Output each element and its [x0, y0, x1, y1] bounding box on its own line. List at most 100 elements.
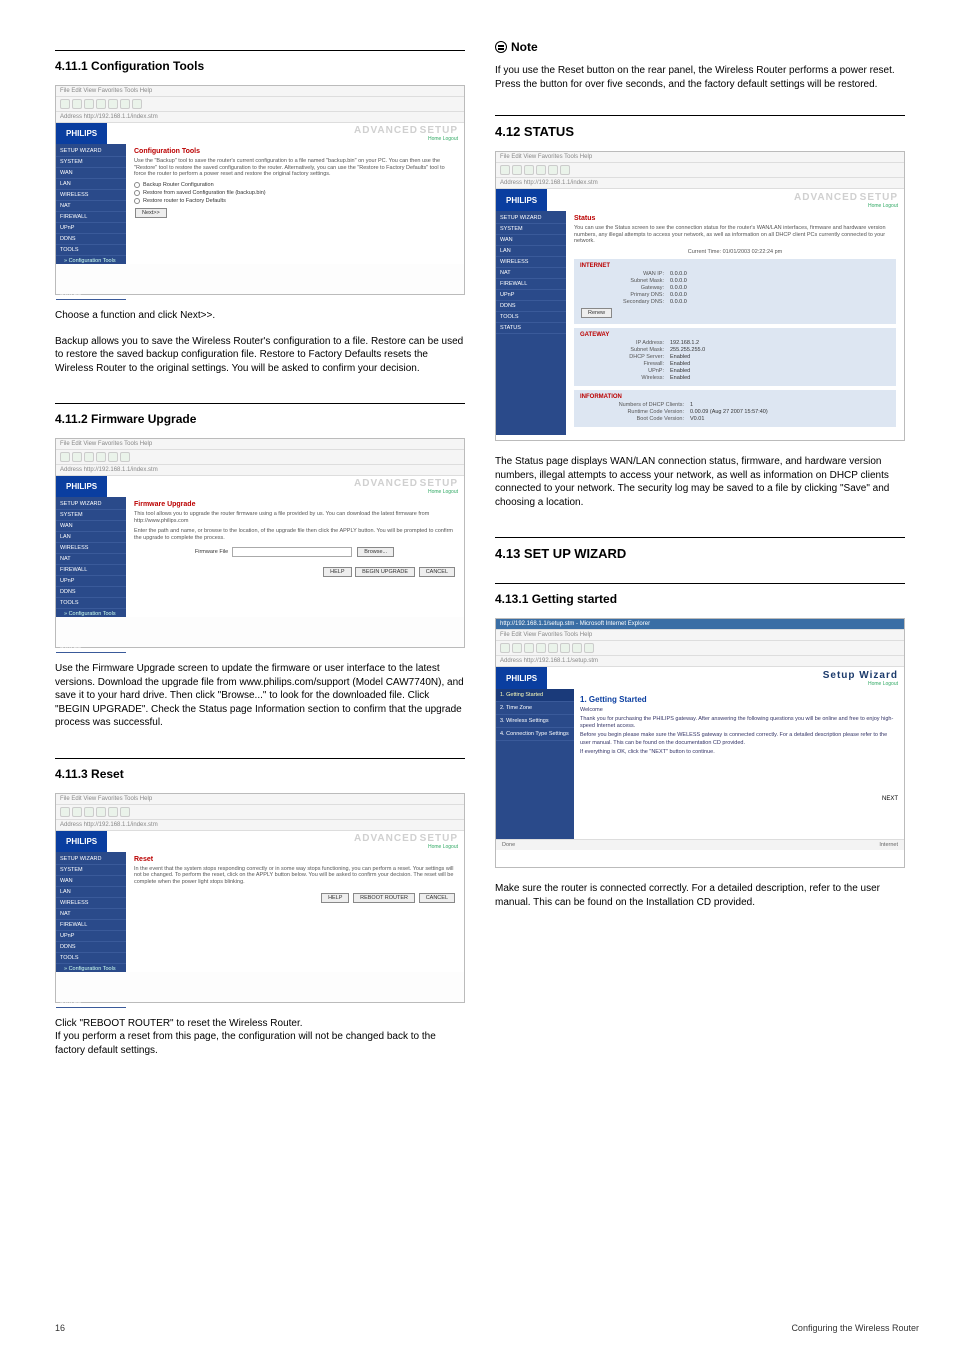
- search-icon[interactable]: [560, 643, 570, 653]
- heading-4-11-2: 4.11.2 Firmware Upgrade: [55, 412, 465, 426]
- radio-factory[interactable]: Restore router to Factory Defaults: [134, 198, 456, 204]
- forward-icon[interactable]: [72, 452, 82, 462]
- firmware-file-label: Firmware File: [195, 549, 228, 555]
- home-logout-links[interactable]: Home Logout: [868, 681, 898, 687]
- wizard-line-3: If everything is OK, click the "NEXT" bu…: [580, 749, 898, 756]
- back-icon[interactable]: [60, 807, 70, 817]
- nav-lan[interactable]: LAN: [56, 179, 126, 190]
- right-column: Note If you use the Reset button on the …: [495, 40, 905, 1331]
- side-nav[interactable]: SETUP WIZARD SYSTEM WAN LAN WIRELESS NAT…: [496, 211, 566, 435]
- back-icon[interactable]: [60, 452, 70, 462]
- home-icon[interactable]: [96, 807, 106, 817]
- rule: [495, 583, 905, 584]
- home-logout-links[interactable]: Home Logout: [428, 844, 458, 850]
- back-icon[interactable]: [60, 99, 70, 109]
- begin-upgrade-button[interactable]: BEGIN UPGRADE: [355, 567, 415, 577]
- nav-system[interactable]: SYSTEM: [56, 157, 126, 168]
- refresh-icon[interactable]: [84, 452, 94, 462]
- search-icon[interactable]: [108, 807, 118, 817]
- panel-desc: In the event that the system stops respo…: [134, 866, 456, 886]
- refresh-icon[interactable]: [84, 807, 94, 817]
- back-icon[interactable]: [500, 643, 510, 653]
- forward-icon[interactable]: [512, 165, 522, 175]
- panel-heading: Configuration Tools: [134, 148, 456, 155]
- address-bar[interactable]: Address http://192.168.1.1/index.stm: [56, 112, 464, 123]
- nav-setup-wizard[interactable]: SETUP WIZARD: [56, 146, 126, 157]
- forward-icon[interactable]: [512, 643, 522, 653]
- heading-4-11-3: 4.11.3 Reset: [55, 767, 465, 781]
- address-bar[interactable]: Address http://192.168.1.1/index.stm: [496, 178, 904, 189]
- side-nav[interactable]: SETUP WIZARD SYSTEM WAN LAN WIRELESS NAT…: [56, 497, 126, 617]
- favorites-icon[interactable]: [560, 165, 570, 175]
- forward-icon[interactable]: [72, 99, 82, 109]
- refresh-icon[interactable]: [96, 99, 106, 109]
- browser-toolbar: [496, 163, 904, 178]
- nav-tools[interactable]: TOOLS: [56, 245, 126, 256]
- help-button[interactable]: HELP: [321, 893, 349, 903]
- favorites-icon[interactable]: [132, 99, 142, 109]
- refresh-icon[interactable]: [524, 165, 534, 175]
- nav-wireless[interactable]: WIRELESS: [56, 190, 126, 201]
- wizard-step-2[interactable]: 2. Time Zone: [496, 702, 574, 715]
- side-nav[interactable]: SETUP WIZARD SYSTEM WAN LAN WIRELESS NAT…: [56, 852, 126, 972]
- forward-icon[interactable]: [72, 807, 82, 817]
- home-icon[interactable]: [108, 99, 118, 109]
- help-button[interactable]: HELP: [323, 567, 351, 577]
- radio-restore[interactable]: Restore from saved Configuration file (b…: [134, 190, 456, 196]
- browse-button[interactable]: Browse...: [357, 547, 394, 557]
- nav-wan[interactable]: WAN: [56, 168, 126, 179]
- heading-4-13-1: 4.13.1 Getting started: [495, 592, 905, 606]
- radio-backup[interactable]: Backup Router Configuration: [134, 182, 456, 188]
- nav-nat[interactable]: NAT: [56, 201, 126, 212]
- home-icon[interactable]: [96, 452, 106, 462]
- cancel-button[interactable]: CANCEL: [419, 567, 455, 577]
- wizard-heading: 1. Getting Started: [580, 695, 898, 704]
- heading-4-12: 4.12 STATUS: [495, 124, 905, 139]
- note-heading: Note: [495, 40, 905, 54]
- radio-icon: [134, 190, 140, 196]
- nav-firewall[interactable]: FIREWALL: [56, 212, 126, 223]
- favorites-icon[interactable]: [120, 452, 130, 462]
- wizard-welcome: Welcome: [580, 707, 898, 714]
- rule: [55, 50, 465, 51]
- brand-logo: PHILIPS: [56, 123, 107, 144]
- wizard-next-button[interactable]: NEXT: [882, 796, 898, 802]
- home-icon[interactable]: [536, 165, 546, 175]
- window-title: http://192.168.1.1/setup.stm - Microsoft…: [496, 619, 904, 630]
- refresh-icon[interactable]: [536, 643, 546, 653]
- brand-logo: PHILIPS: [56, 831, 107, 852]
- footer-title: Configuring the Wireless Router: [791, 1323, 919, 1333]
- side-nav[interactable]: SETUP WIZARD SYSTEM WAN LAN WIRELESS NAT…: [56, 144, 126, 264]
- nav-upnp[interactable]: UPnP: [56, 223, 126, 234]
- rule: [55, 758, 465, 759]
- renew-button[interactable]: Renew: [581, 308, 612, 318]
- wizard-nav[interactable]: 1. Getting Started 2. Time Zone 3. Wirel…: [496, 689, 574, 839]
- address-bar[interactable]: Address http://192.168.1.1/setup.stm: [496, 656, 904, 667]
- firmware-file-input[interactable]: [232, 547, 352, 557]
- note-icon: [495, 41, 507, 53]
- cancel-button[interactable]: CANCEL: [419, 893, 455, 903]
- home-logout-links[interactable]: Home Logout: [428, 136, 458, 142]
- address-bar[interactable]: Address http://192.168.1.1/index.stm: [56, 820, 464, 831]
- nav-ddns[interactable]: DDNS: [56, 234, 126, 245]
- home-logout-links[interactable]: Home Logout: [428, 489, 458, 495]
- wizard-step-4[interactable]: 4. Connection Type Settings: [496, 728, 574, 741]
- reboot-router-button[interactable]: REBOOT ROUTER: [353, 893, 415, 903]
- back-icon[interactable]: [500, 165, 510, 175]
- favorites-icon[interactable]: [572, 643, 582, 653]
- history-icon[interactable]: [584, 643, 594, 653]
- rule: [55, 403, 465, 404]
- search-icon[interactable]: [120, 99, 130, 109]
- home-logout-links[interactable]: Home Logout: [868, 203, 898, 209]
- left-column: 4.11.1 Configuration Tools File Edit Vie…: [55, 40, 465, 1331]
- favorites-icon[interactable]: [120, 807, 130, 817]
- address-bar[interactable]: Address http://192.168.1.1/index.stm: [56, 465, 464, 476]
- search-icon[interactable]: [108, 452, 118, 462]
- stop-icon[interactable]: [84, 99, 94, 109]
- home-icon[interactable]: [548, 643, 558, 653]
- search-icon[interactable]: [548, 165, 558, 175]
- next-button[interactable]: Next>>: [135, 208, 167, 218]
- stop-icon[interactable]: [524, 643, 534, 653]
- wizard-step-3[interactable]: 3. Wireless Settings: [496, 715, 574, 728]
- wizard-step-1[interactable]: 1. Getting Started: [496, 689, 574, 702]
